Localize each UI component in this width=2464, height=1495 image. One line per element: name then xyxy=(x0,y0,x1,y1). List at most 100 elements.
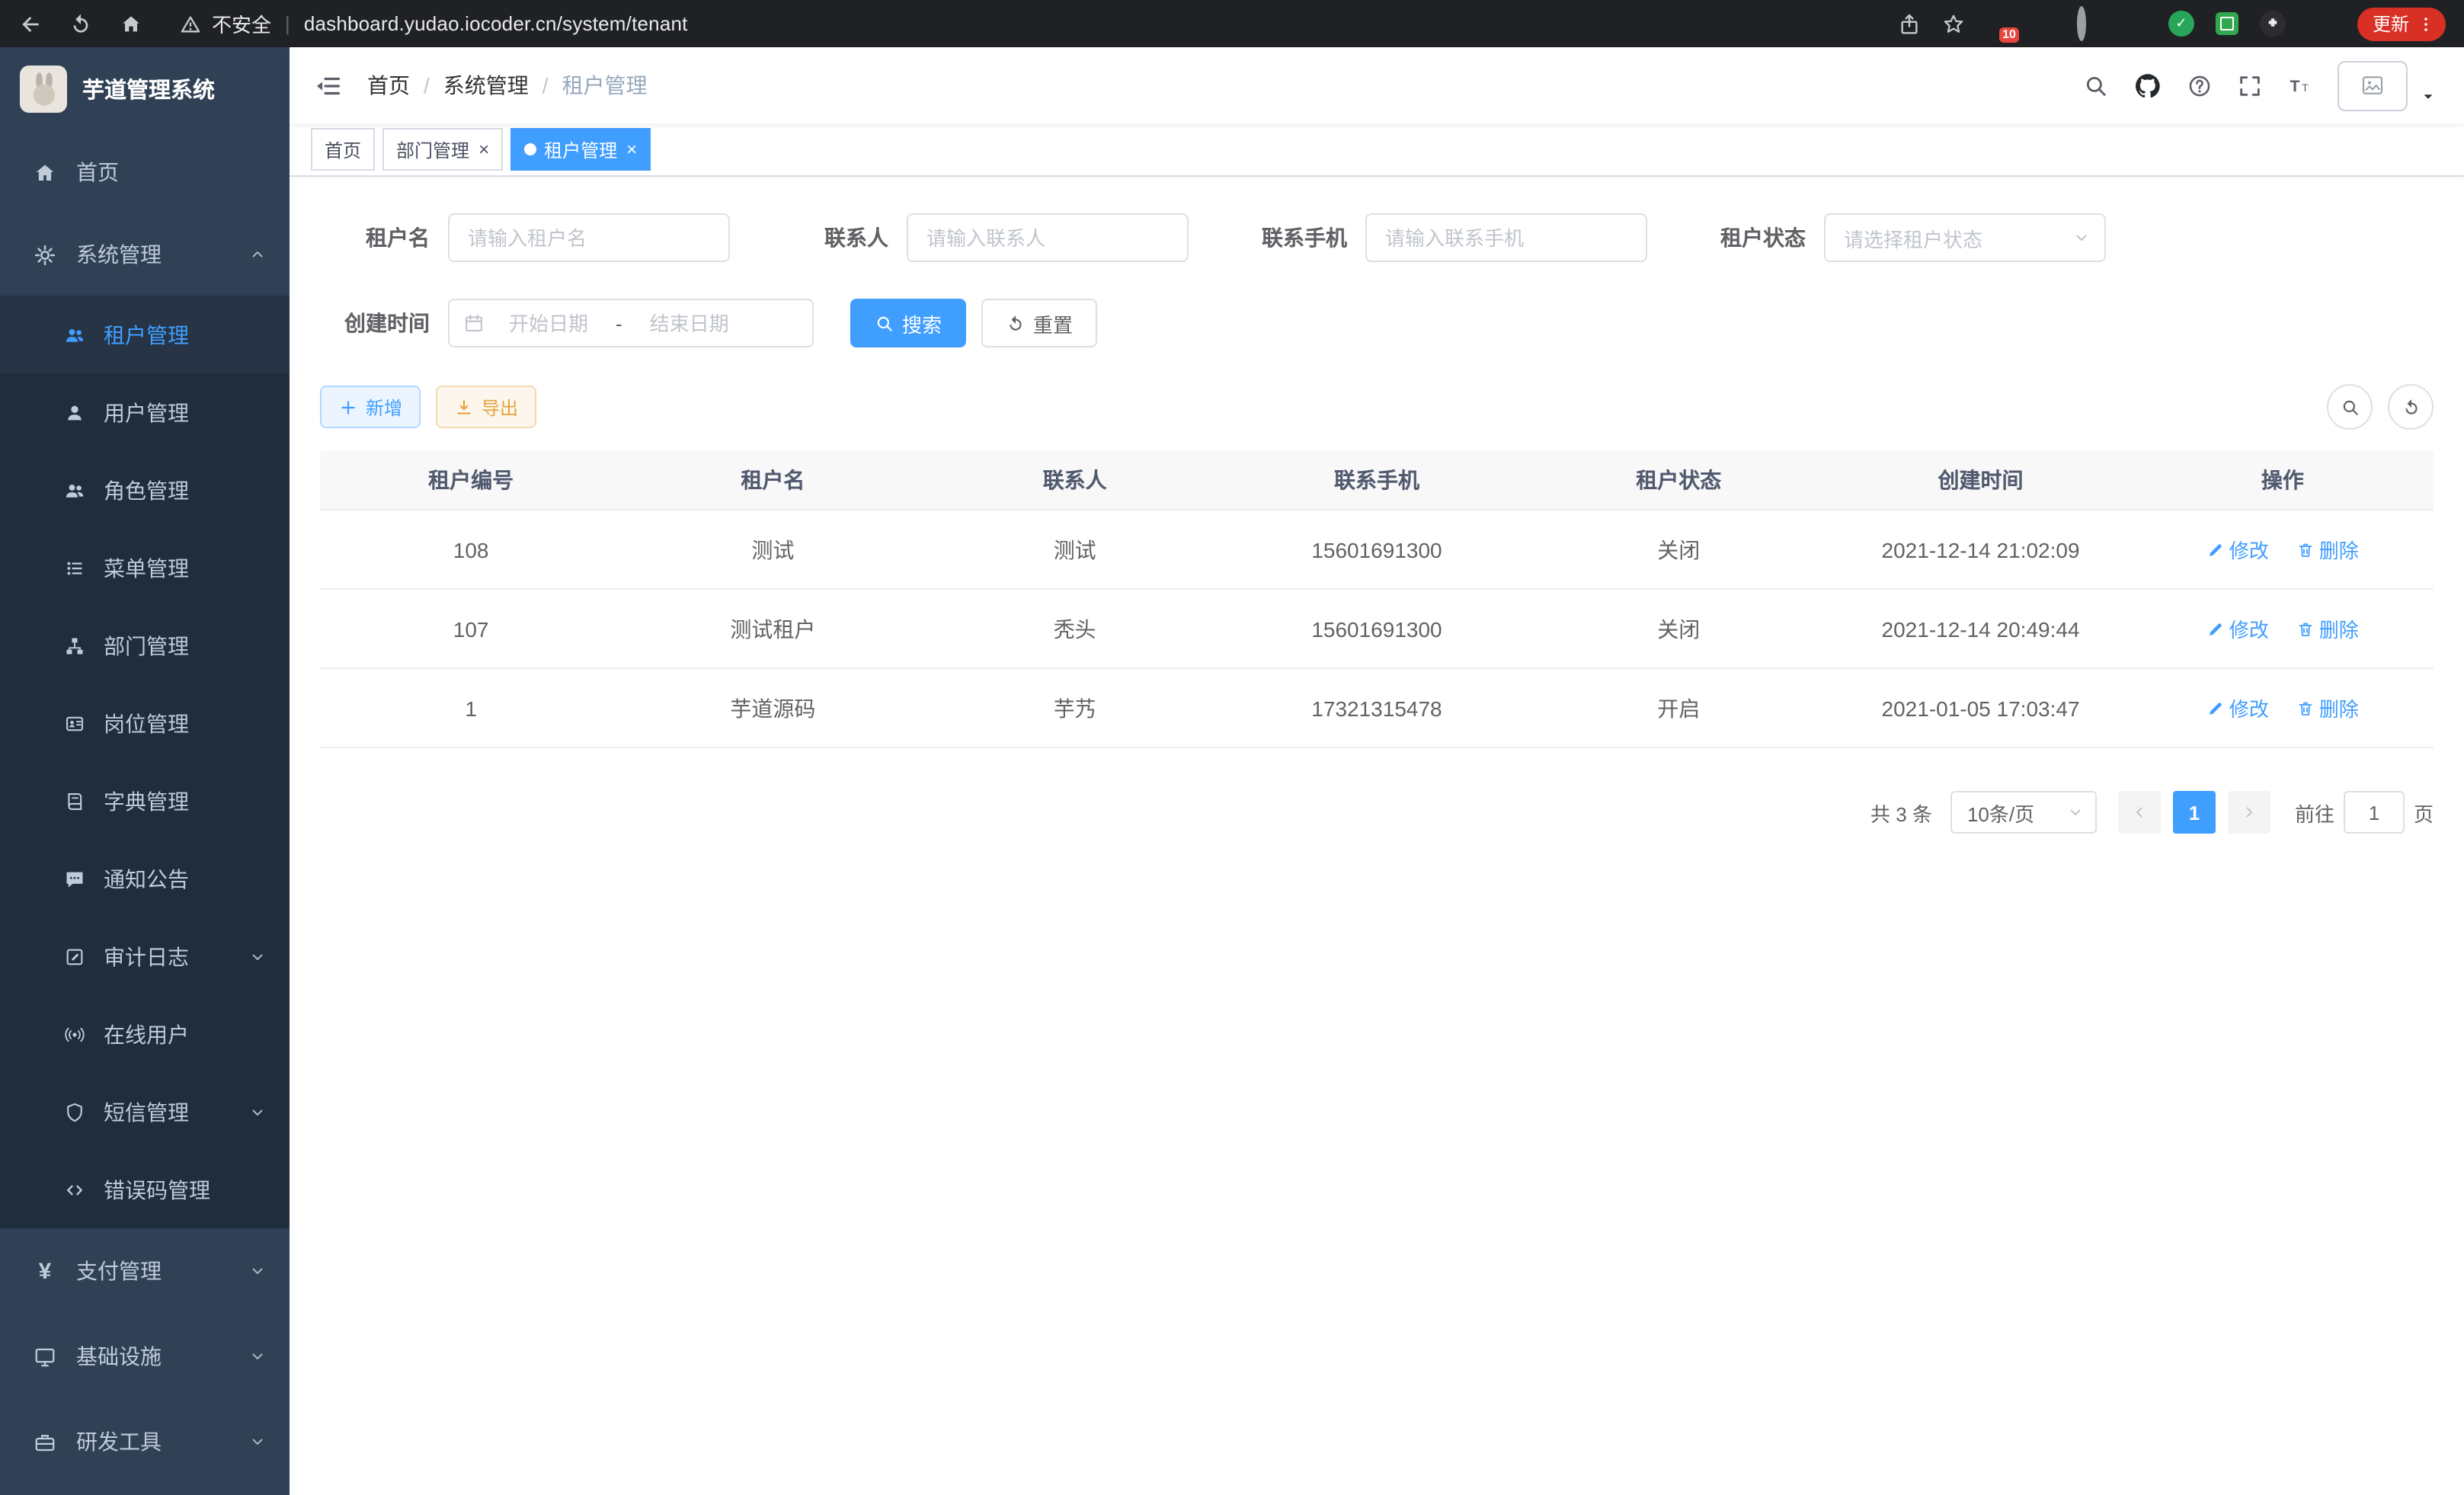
sidebar-item-audit-log[interactable]: 审计日志 xyxy=(0,917,290,995)
col-created: 创建时间 xyxy=(1829,451,2131,510)
refresh-table-button[interactable] xyxy=(2388,384,2434,430)
prev-page-button[interactable] xyxy=(2118,791,2161,834)
breadcrumb: 首页 / 系统管理 / 租户管理 xyxy=(367,70,648,101)
search-icon xyxy=(2340,397,2360,417)
sidebar-item-dept[interactable]: 部门管理 xyxy=(0,607,290,684)
sidebar-item-notice[interactable]: 通知公告 xyxy=(0,840,290,917)
browser-menu-dots-icon[interactable] xyxy=(2417,14,2435,33)
bookmark-star-icon[interactable] xyxy=(1941,11,1966,36)
col-tenant-name: 租户名 xyxy=(622,451,923,510)
tab-home[interactable]: 首页 xyxy=(311,128,375,171)
app-frame: 芋道管理系统 首页 系统管理 租户管理 用户管理 xyxy=(0,47,2464,1495)
address-separator: | xyxy=(285,12,290,35)
tab-close-icon[interactable]: × xyxy=(478,140,489,158)
chevron-down-icon xyxy=(248,1347,267,1365)
contact-input[interactable] xyxy=(907,213,1189,262)
calendar-icon xyxy=(463,312,485,334)
tenant-name-input[interactable] xyxy=(448,213,730,262)
browser-back-icon[interactable] xyxy=(18,11,43,36)
address-bar-url[interactable]: dashboard.yudao.iocoder.cn/system/tenant xyxy=(304,12,688,35)
share-icon[interactable] xyxy=(1897,11,1922,36)
next-page-button[interactable] xyxy=(2228,791,2270,834)
cell-created: 2021-01-05 17:03:47 xyxy=(1829,668,2131,748)
delete-link[interactable]: 删除 xyxy=(2296,693,2359,722)
fullscreen-icon[interactable] xyxy=(2237,72,2263,98)
yen-icon: ¥ xyxy=(34,1258,56,1284)
sidebar-item-user[interactable]: 用户管理 xyxy=(0,373,290,451)
end-date-input[interactable] xyxy=(632,312,747,335)
browser-profile-avatar[interactable] xyxy=(2306,11,2331,37)
browser-update-button[interactable]: 更新 xyxy=(2357,7,2446,40)
sidebar-item-menu[interactable]: 菜单管理 xyxy=(0,529,290,607)
browser-home-icon[interactable] xyxy=(119,11,143,36)
extension-olive-icon[interactable] xyxy=(2123,11,2149,37)
extension-blue-diamond-icon[interactable] xyxy=(2031,11,2057,37)
sidebar-item-tenant[interactable]: 租户管理 xyxy=(0,296,290,373)
sidebar-item-home[interactable]: 首页 xyxy=(0,131,290,213)
breadcrumb-home[interactable]: 首页 xyxy=(367,70,410,101)
date-range-picker[interactable]: - xyxy=(448,299,814,347)
sidebar-item-post[interactable]: 岗位管理 xyxy=(0,684,290,762)
mobile-input[interactable] xyxy=(1365,213,1647,262)
audit-log-icon xyxy=(64,946,85,967)
edit-link[interactable]: 修改 xyxy=(2206,614,2269,643)
table-header-row: 租户编号 租户名 联系人 联系手机 租户状态 创建时间 操作 xyxy=(320,451,2434,510)
sidebar-item-label: 首页 xyxy=(76,157,119,187)
tab-tenant[interactable]: 租户管理 × xyxy=(510,128,651,171)
sidebar-group-system[interactable]: 系统管理 xyxy=(0,213,290,296)
browser-reload-icon[interactable] xyxy=(69,11,93,36)
col-tenant-id: 租户编号 xyxy=(320,451,622,510)
sidebar-item-online-user[interactable]: 在线用户 xyxy=(0,995,290,1073)
edit-link[interactable]: 修改 xyxy=(2206,693,2269,722)
page-content: 租户名 联系人 联系手机 租户状态 请选择租户状态 xyxy=(290,177,2464,1495)
sidebar-item-label: 角色管理 xyxy=(104,475,189,505)
status-select[interactable]: 请选择租户状态 xyxy=(1824,213,2106,262)
github-icon[interactable] xyxy=(2133,71,2162,100)
role-users-icon xyxy=(64,479,85,501)
tab-dept[interactable]: 部门管理 × xyxy=(382,128,503,171)
sidebar-fold-button[interactable] xyxy=(290,47,367,123)
reset-button-label: 重置 xyxy=(1033,309,1073,338)
sidebar-group-payment[interactable]: ¥ 支付管理 xyxy=(0,1228,290,1314)
add-button[interactable]: 新增 xyxy=(320,386,421,428)
extensions-puzzle-icon[interactable] xyxy=(2260,11,2286,37)
toggle-search-button[interactable] xyxy=(2327,384,2373,430)
delete-link[interactable]: 删除 xyxy=(2296,535,2359,564)
user-avatar[interactable] xyxy=(2338,60,2408,110)
font-size-icon[interactable] xyxy=(2287,72,2313,98)
page-number-1[interactable]: 1 xyxy=(2173,791,2216,834)
export-button[interactable]: 导出 xyxy=(436,386,536,428)
goto-page-input[interactable] xyxy=(2344,791,2405,834)
top-navbar: 首页 / 系统管理 / 租户管理 xyxy=(290,47,2464,123)
gear-icon xyxy=(34,243,56,266)
sidebar: 芋道管理系统 首页 系统管理 租户管理 用户管理 xyxy=(0,47,290,1495)
edit-pen-icon xyxy=(2206,699,2225,717)
site-security-indicator[interactable]: 不安全 xyxy=(180,9,271,38)
sidebar-logo[interactable]: 芋道管理系统 xyxy=(0,47,290,131)
sidebar-item-role[interactable]: 角色管理 xyxy=(0,451,290,529)
hamburger-fold-icon xyxy=(314,71,343,100)
start-date-input[interactable] xyxy=(491,312,606,335)
extension-green-check-icon[interactable]: ✓ xyxy=(2168,11,2194,37)
sidebar-group-devtools[interactable]: 研发工具 xyxy=(0,1399,290,1484)
extension-password-icon[interactable]: 10 xyxy=(1986,11,2011,37)
filter-label: 联系人 xyxy=(779,222,907,253)
avatar-caret-down-icon[interactable] xyxy=(2420,88,2437,104)
help-question-icon[interactable] xyxy=(2187,72,2213,98)
delete-link[interactable]: 删除 xyxy=(2296,614,2359,643)
tab-close-icon[interactable]: × xyxy=(626,140,637,158)
sidebar-item-dict[interactable]: 字典管理 xyxy=(0,762,290,840)
search-button[interactable]: 搜索 xyxy=(850,299,966,347)
header-search-icon[interactable] xyxy=(2083,72,2109,98)
page-size-select[interactable]: 10条/页 xyxy=(1950,791,2097,834)
breadcrumb-separator: / xyxy=(424,73,430,98)
sidebar-item-error-code[interactable]: 错误码管理 xyxy=(0,1151,290,1228)
sidebar-item-sms[interactable]: 短信管理 xyxy=(0,1073,290,1151)
extension-green-square-icon[interactable] xyxy=(2214,11,2240,37)
edit-link[interactable]: 修改 xyxy=(2206,535,2269,564)
extension-dark-ring-icon[interactable] xyxy=(2077,11,2103,37)
breadcrumb-system[interactable]: 系统管理 xyxy=(443,70,529,101)
sidebar-group-infra[interactable]: 基础设施 xyxy=(0,1314,290,1399)
reset-button[interactable]: 重置 xyxy=(981,299,1097,347)
sidebar-item-label: 租户管理 xyxy=(104,319,189,350)
